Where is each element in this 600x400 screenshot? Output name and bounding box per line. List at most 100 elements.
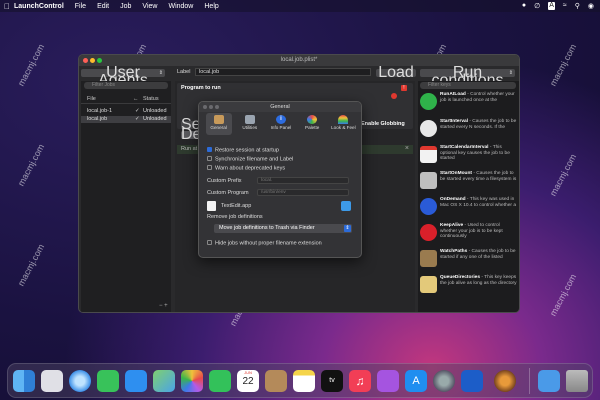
job-checkbox[interactable]: ✓	[135, 108, 140, 115]
remove-definitions-value: Move job definitions to Trash via Finder	[219, 225, 315, 231]
menu-file[interactable]: File	[75, 3, 86, 10]
wifi-icon[interactable]: ≈	[563, 2, 567, 10]
finder-folder-icon[interactable]	[341, 201, 351, 211]
key-title: StartCalendarInterval	[440, 145, 489, 150]
checkbox-label: Synchronize filename and Label	[215, 156, 294, 163]
key-item-startonmount[interactable]: StartOnMount - Causes the job to be star…	[420, 170, 517, 196]
close-icon[interactable]: ×	[405, 145, 409, 152]
job-status: Unloaded	[143, 116, 167, 122]
tab-utilities[interactable]: Utilities	[237, 113, 263, 135]
label-label: Label	[177, 69, 191, 75]
job-name: local.job	[87, 116, 108, 122]
job-checkbox[interactable]: ✓	[135, 116, 140, 123]
menu-window[interactable]: Window	[168, 3, 193, 10]
tab-general[interactable]: General	[205, 113, 232, 135]
trash-icon[interactable]	[566, 370, 588, 392]
restore-session-checkbox[interactable]: Restore session at startup	[207, 147, 279, 154]
menu-edit[interactable]: Edit	[97, 3, 109, 10]
facetime-icon[interactable]	[209, 370, 231, 392]
safari-icon[interactable]	[69, 370, 91, 392]
calendar-icon[interactable]: JUN 22	[237, 370, 259, 392]
job-name: local.job-1	[87, 108, 113, 114]
hide-jobs-checkbox[interactable]: Hide jobs without proper filename extens…	[207, 240, 322, 247]
calendar-icon	[420, 146, 437, 163]
run-conditions-select[interactable]: Run conditions ⇕	[420, 65, 515, 89]
tab-info-panel[interactable]: i Info Panel	[268, 113, 294, 135]
menu-bar:  LaunchControl File Edit Job View Windo…	[0, 0, 600, 12]
key-item-keepalive[interactable]: KeepAlive - Used to control whether your…	[420, 222, 517, 248]
remove-add-buttons[interactable]: − +	[159, 303, 168, 309]
program-section-title: Program to run	[181, 85, 221, 91]
dialog-minimize-button[interactable]	[209, 105, 213, 109]
key-item-startcalendarinterval[interactable]: StartCalendarInterval - This optional ke…	[420, 144, 517, 170]
launchpad-icon[interactable]	[41, 370, 63, 392]
messages-icon[interactable]	[97, 370, 119, 392]
palette-icon	[307, 115, 318, 124]
finder-icon[interactable]	[13, 370, 35, 392]
menu-help[interactable]: Help	[204, 3, 218, 10]
load-button[interactable]: Load	[376, 65, 416, 81]
control-center-icon[interactable]: ●	[522, 2, 526, 10]
key-item-watchpaths[interactable]: WatchPaths - Causes the job to be starte…	[420, 248, 517, 274]
tab-palette[interactable]: Palette	[299, 113, 325, 135]
key-title: OnDemand	[440, 197, 466, 202]
key-title: KeepAlive	[440, 223, 464, 228]
key-item-queuedirectories[interactable]: QueueDirectories - This key keeps the jo…	[420, 274, 517, 300]
filter-jobs-input[interactable]: Filter Jobs	[84, 82, 168, 89]
chevron-updown-icon: ⇕	[508, 70, 513, 76]
key-item-runatload[interactable]: RunAtLoad - Control whether your job is …	[420, 91, 517, 117]
custom-prefix-label: Custom Prefix	[207, 178, 242, 184]
siri-icon[interactable]: ◉	[588, 2, 594, 10]
col-status[interactable]: Status	[143, 96, 159, 102]
dialog-close-button[interactable]	[203, 105, 207, 109]
dialog-titlebar[interactable]: General	[199, 102, 361, 112]
mail-icon[interactable]	[125, 370, 147, 392]
job-row[interactable]: local.job-1 ✓ Unloaded	[81, 108, 171, 115]
dialog-zoom-button[interactable]	[215, 105, 219, 109]
job-row-selected[interactable]: local.job ✓ Unloaded	[81, 116, 171, 123]
key-item-ondemand[interactable]: OnDemand - This key was used in Mac OS X…	[420, 196, 517, 222]
key-title: StartOnMount	[440, 171, 472, 176]
photos-icon[interactable]	[181, 370, 203, 392]
general-icon	[213, 115, 224, 124]
custom-prefix-input[interactable]: local.	[257, 177, 349, 184]
notes-icon[interactable]	[293, 370, 315, 392]
app-store-icon[interactable]: A	[405, 370, 427, 392]
search-icon[interactable]: ⚲	[575, 2, 580, 10]
close-window-button[interactable]	[83, 58, 88, 63]
col-file[interactable]: File	[87, 96, 96, 102]
music-icon[interactable]: ♫	[349, 370, 371, 392]
tab-label: Look & Feel	[331, 125, 356, 130]
apple-icon[interactable]: 	[0, 2, 14, 11]
label-input[interactable]: local.job	[195, 68, 371, 76]
bluetooth-icon[interactable]: ∅	[534, 2, 540, 10]
warn-deprecated-checkbox[interactable]: Warn about deprecated keys	[207, 165, 285, 172]
tab-label: Utilities	[242, 125, 258, 130]
input-source-icon[interactable]: A	[548, 2, 555, 10]
launchcontrol-icon[interactable]	[494, 370, 516, 392]
key-title: RunAtLoad	[440, 92, 466, 97]
key-item-startinterval[interactable]: StartInterval - Causes the job to be sta…	[420, 118, 517, 144]
minimize-window-button[interactable]	[90, 58, 95, 63]
custom-program-input[interactable]: /usr/bin/env	[257, 189, 349, 196]
tab-look-feel[interactable]: Look & Feel	[330, 113, 356, 135]
agent-filter-select[interactable]: User Agents ⇕	[81, 65, 165, 89]
contacts-icon[interactable]	[265, 370, 287, 392]
downloads-icon[interactable]	[538, 370, 560, 392]
filter-keys-input[interactable]: Filter keys	[420, 82, 516, 89]
menu-job[interactable]: Job	[120, 3, 131, 10]
menu-app-name[interactable]: LaunchControl	[14, 3, 64, 10]
podcasts-icon[interactable]	[377, 370, 399, 392]
zoom-window-button[interactable]	[97, 58, 102, 63]
ondemand-icon	[420, 198, 437, 215]
rainbow-icon	[338, 115, 349, 124]
tv-icon[interactable]: tv	[321, 370, 343, 392]
menu-view[interactable]: View	[142, 3, 157, 10]
sync-filename-checkbox[interactable]: Synchronize filename and Label	[207, 156, 293, 163]
maps-icon[interactable]	[153, 370, 175, 392]
drive-icon	[420, 172, 437, 189]
enable-globbing-label[interactable]: Enable Globbing	[361, 121, 405, 127]
testflight-icon[interactable]	[461, 370, 483, 392]
remove-definitions-select[interactable]: Move job definitions to Trash via Finder…	[214, 224, 352, 233]
system-settings-icon[interactable]	[433, 370, 455, 392]
